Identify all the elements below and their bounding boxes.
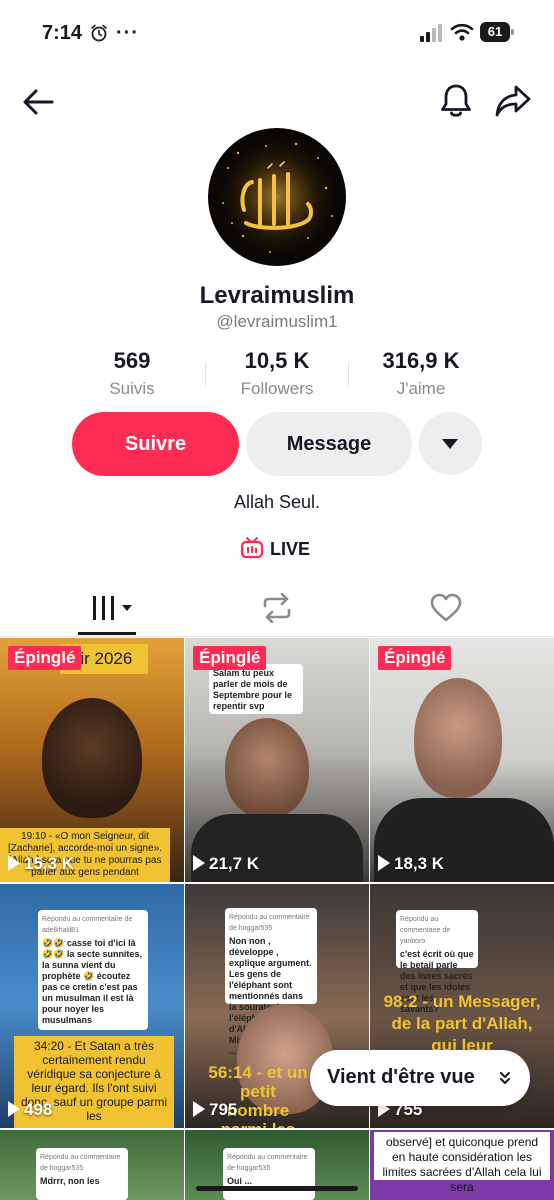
stat-value: 569 [113,348,151,373]
caret-down-icon [442,439,458,449]
share-arrow-icon[interactable] [494,83,532,119]
display-name: Levraimuslim [199,282,355,309]
play-icon [378,855,390,871]
just-watched-label: Vient d'être vue [327,1066,475,1088]
video-thumbnail[interactable]: tir 2026 19:10 - «O mon Seigneur, dit [Z… [0,638,184,882]
active-tab-indicator [78,632,136,635]
alarm-clock-icon [91,24,107,42]
stat-following[interactable]: 569 Suivis [57,348,207,399]
view-count: 15,3 K [8,854,74,874]
bio: Allah Seul. [233,492,321,512]
heart-outline-icon [430,593,462,622]
view-count: 21,7 K [193,854,259,874]
battery-indicator: 61 [480,22,514,42]
live-tv-icon [240,537,264,559]
cellular-signal-icon [420,24,442,42]
video-thumbnail[interactable]: Salam tu peux parler de mois de Septembr… [185,638,369,882]
status-time: 7:14 [42,22,83,44]
tab-videos[interactable] [0,584,184,636]
wifi-icon [450,23,474,41]
content-tabs [0,584,554,636]
divider [0,636,554,637]
battery-level: 61 [480,22,510,42]
person-image [225,718,309,818]
allah-calligraphy-logo [215,135,339,259]
video-thumbnail[interactable]: Épinglé 18,3 K [370,638,554,882]
username: @levraimuslim1 [216,312,338,331]
bell-icon[interactable] [438,82,474,120]
stat-label: Followers [240,379,314,398]
person-image [414,678,502,798]
pinned-badge: Épinglé [8,646,82,670]
back-arrow-icon[interactable] [20,84,56,120]
pinned-badge: Épinglé [193,646,267,670]
repost-icon [263,593,291,623]
stat-label: J'aime [396,379,446,398]
more-dots-icon: ··· [116,22,139,44]
play-icon [8,855,20,871]
double-chevron-down-icon [500,1072,510,1084]
tab-reposts[interactable] [185,584,369,636]
comment-bubble: Répondu au commentaire de hoggar535 Oui … [223,1148,315,1200]
comment-bubble: Salam tu peux parler de mois de Septembr… [209,664,303,714]
view-count: 18,3 K [378,854,444,874]
comment-bubble: Répondu au commentaire de hoggar535 Mdrr… [36,1148,128,1200]
comment-bubble: Répondu au commentaire de adelkhalil81 🤣… [38,910,148,1030]
video-thumbnail[interactable]: Répondu au commentaire de adelkhalil81 🤣… [0,884,184,1128]
avatar[interactable] [208,128,346,266]
video-thumbnail[interactable]: Répondu au commentaire de hoggar535 Mdrr… [0,1130,184,1200]
tab-liked[interactable] [370,584,554,636]
video-thumbnail[interactable]: observé] et quiconque prend en haute con… [370,1130,554,1200]
more-options-button[interactable] [419,412,482,475]
videos-grid-icon [93,596,132,620]
live-label: LIVE [270,539,311,559]
pinned-badge: Épinglé [378,646,452,670]
stat-value: 10,5 K [244,348,310,373]
comment-bubble: Répondu au commentaire de hoggar535 Non … [225,908,317,1056]
follow-button[interactable]: Suivre [72,412,239,476]
stat-likes[interactable]: 316,9 K J'aime [346,348,496,399]
view-count: 795 [193,1100,237,1120]
stat-label: Suivis [109,379,155,398]
just-watched-button[interactable]: Vient d'être vue [310,1050,530,1106]
play-icon [193,855,205,871]
status-bar: 7:14 ··· 61 [0,0,554,66]
message-button[interactable]: Message [246,412,412,476]
view-count: 498 [8,1100,52,1120]
video-caption: observé] et quiconque prend en haute con… [374,1132,550,1194]
play-icon [193,1101,205,1117]
play-icon [8,1101,20,1117]
comment-bubble: Répondu au commentaire de yanboro c'est … [396,910,478,1014]
stat-followers[interactable]: 10,5 K Followers [202,348,352,399]
home-indicator [196,1186,358,1191]
person-image [42,698,142,818]
video-grid: tir 2026 19:10 - «O mon Seigneur, dit [Z… [0,638,554,1200]
stat-value: 316,9 K [382,348,460,373]
